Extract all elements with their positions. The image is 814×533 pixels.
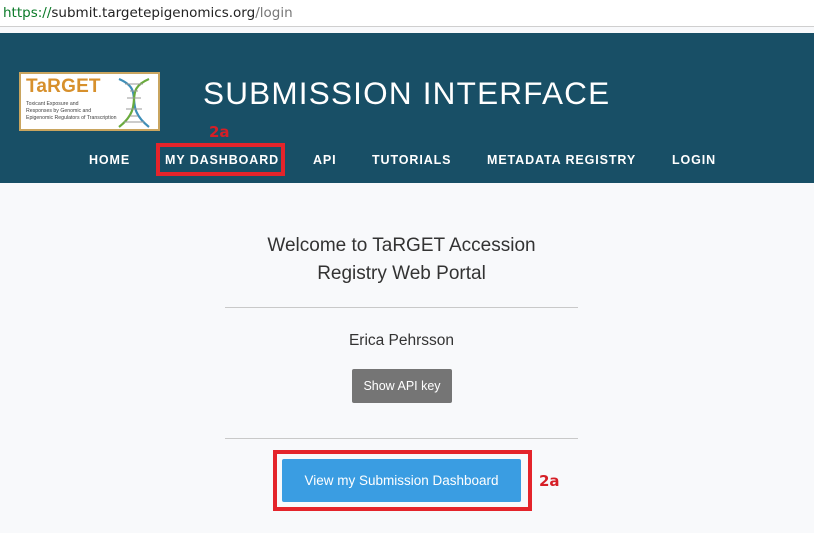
annotation-label-nav: 2a: [209, 123, 230, 141]
annotation-label-button: 2a: [539, 472, 560, 490]
url-host: submit.targetepigenomics.org: [51, 5, 256, 21]
divider: [225, 307, 578, 308]
logo-line: Epigenomic Regulators of Transcription: [26, 115, 117, 121]
nav-metadata-registry[interactable]: METADATA REGISTRY: [487, 152, 636, 168]
logo-line: Toxicant Exposure and: [26, 101, 79, 107]
nav-api[interactable]: API: [313, 152, 337, 168]
logo-title: TaRGET: [26, 76, 101, 97]
address-bar[interactable]: https://submit.targetepigenomics.org/log…: [0, 0, 814, 27]
dna-helix-icon: [118, 77, 150, 128]
page-title: SUBMISSION INTERFACE: [203, 75, 611, 111]
show-api-key-button[interactable]: Show API key: [352, 369, 452, 403]
welcome-line: Welcome to TaRGET Accession: [267, 235, 536, 256]
annotation-highlight-nav: [156, 143, 285, 176]
welcome-line: Registry Web Portal: [317, 263, 486, 284]
url-path: /login: [255, 5, 293, 21]
logo-line: Responses by Genomic and: [26, 108, 92, 114]
nav-tutorials[interactable]: TUTORIALS: [372, 152, 451, 168]
user-name: Erica Pehrsson: [348, 332, 455, 349]
nav-login[interactable]: LOGIN: [672, 152, 716, 168]
divider: [225, 438, 578, 439]
nav-home[interactable]: HOME: [89, 152, 130, 168]
target-logo[interactable]: TaRGET Toxicant Exposure and Responses b…: [19, 72, 160, 131]
url-scheme: https://: [3, 5, 52, 21]
welcome-heading: Welcome to TaRGET Accession Registry Web…: [225, 232, 578, 288]
view-submission-dashboard-button[interactable]: View my Submission Dashboard: [282, 459, 521, 502]
